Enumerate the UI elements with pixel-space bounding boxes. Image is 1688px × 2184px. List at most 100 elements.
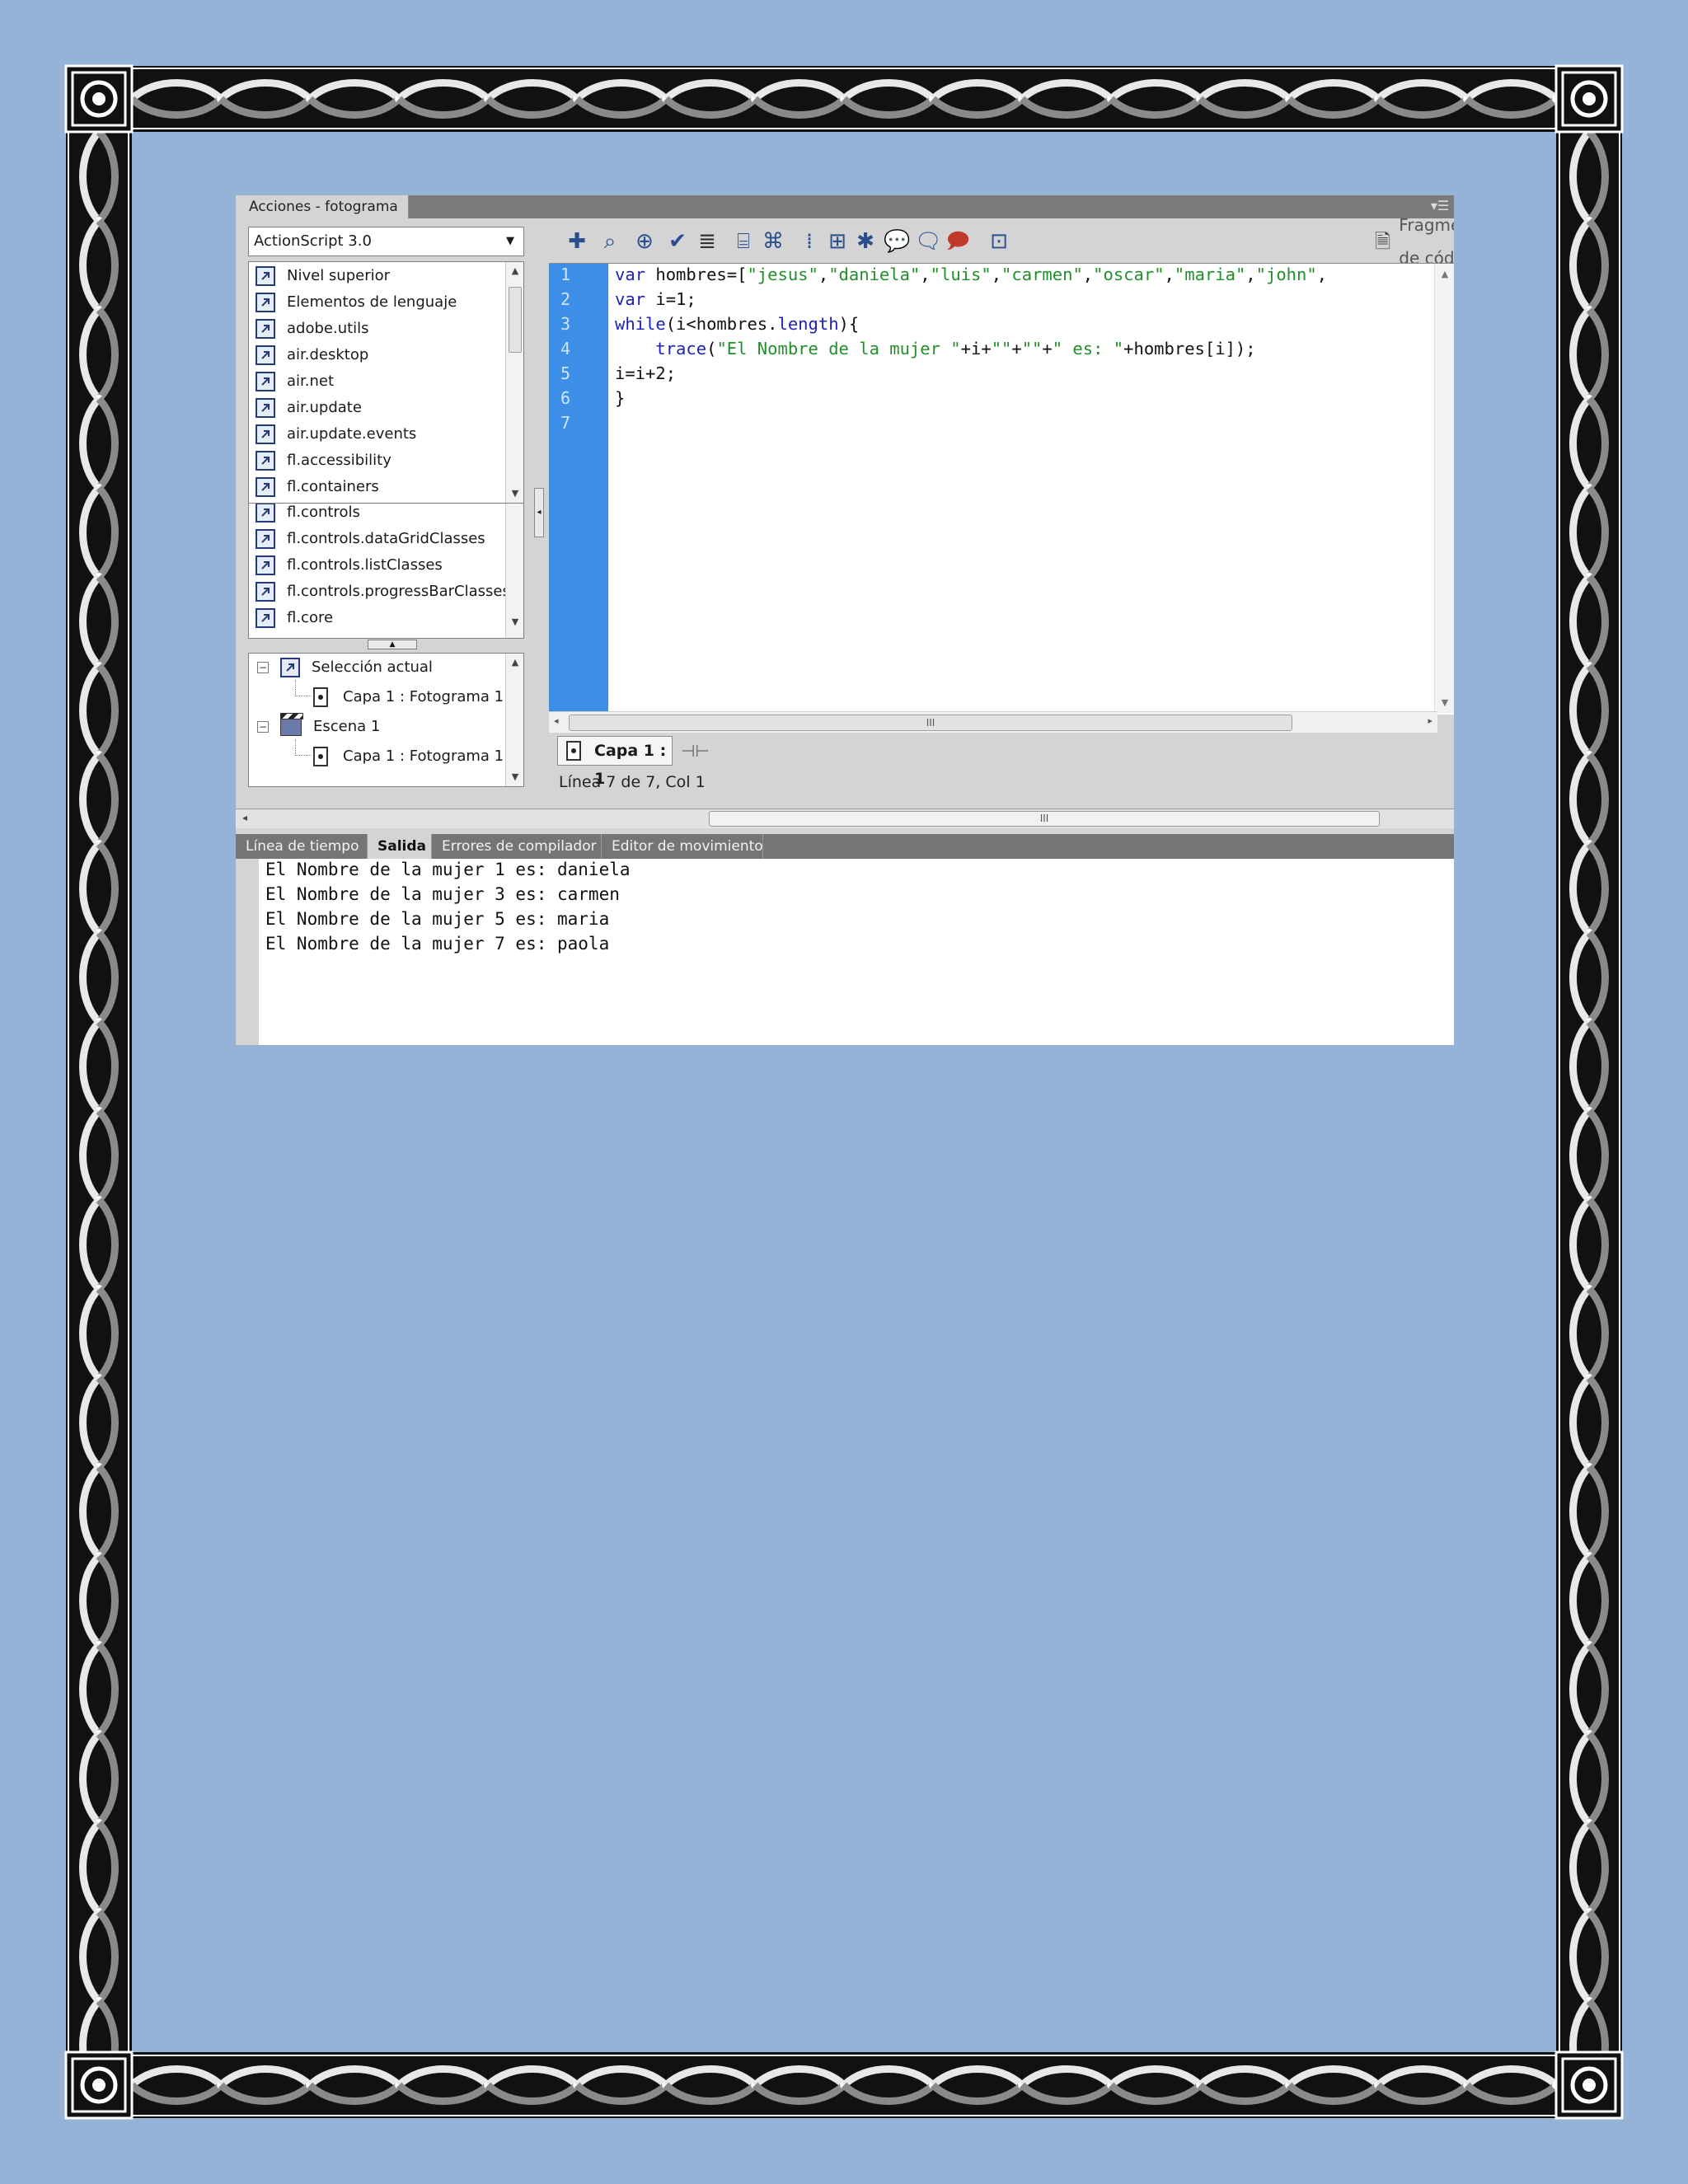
pin-script-icon[interactable]: ⊣⊢ bbox=[681, 741, 710, 761]
line-number: 3 bbox=[560, 314, 571, 334]
panel-titlebar: Acciones - fotograma ▾☰ bbox=[236, 195, 1454, 218]
selection-icon bbox=[280, 658, 300, 677]
toolbox-item[interactable]: air.update.events bbox=[256, 422, 503, 447]
toolbox-item-label: fl.controls.progressBarClasses bbox=[287, 583, 510, 600]
editor-vertical-scrollbar[interactable]: ▲ ▼ bbox=[1434, 264, 1454, 713]
panel-horizontal-scrollbar[interactable]: ◂ III bbox=[236, 808, 1454, 828]
code-line[interactable]: var hombres=["jesus","daniela","luis","c… bbox=[615, 262, 1431, 287]
toolbox-item-label: fl.accessibility bbox=[287, 452, 392, 469]
scroll-right-icon[interactable]: ▸ bbox=[1428, 715, 1432, 726]
collapse-between-braces-icon[interactable]: ⁞ bbox=[796, 228, 823, 255]
package-icon bbox=[256, 424, 275, 444]
panel-splitter[interactable]: ◂ bbox=[534, 488, 544, 537]
output-line: El Nombre de la mujer 1 es: daniela bbox=[265, 860, 631, 879]
toolbox-item[interactable]: fl.core bbox=[256, 606, 503, 630]
output-line: El Nombre de la mujer 7 es: paola bbox=[265, 934, 610, 954]
toolbox-item[interactable]: fl.controls.listClasses bbox=[256, 553, 503, 578]
code-snippets-button[interactable]: 🗎 Fragmentos de código bbox=[1375, 215, 1454, 268]
language-select[interactable]: ActionScript 3.0 ▼ bbox=[248, 227, 524, 256]
tree-item-label: Selección actual bbox=[312, 658, 433, 676]
toolbox-item[interactable]: fl.accessibility bbox=[256, 448, 503, 473]
debug-icon[interactable]: ⌘ bbox=[760, 228, 786, 255]
toolbox-item-label: air.net bbox=[287, 373, 335, 390]
code-line[interactable]: trace("El Nombre de la mujer "+i+""+""+"… bbox=[615, 336, 1431, 361]
toolbox-item[interactable]: fl.controls.dataGridClasses bbox=[256, 527, 503, 551]
tab-compiler-errors[interactable]: Errores de compilador bbox=[432, 834, 602, 859]
toolbox-item[interactable]: fl.controls bbox=[256, 504, 503, 525]
code-hint-icon[interactable]: ⌸ bbox=[730, 228, 757, 255]
scroll-up-icon[interactable]: ▲ bbox=[506, 262, 523, 280]
find-icon[interactable]: ⌕ bbox=[597, 228, 623, 255]
code-line[interactable] bbox=[615, 410, 1431, 435]
frame-icon bbox=[313, 747, 328, 766]
toolbox-scrollbar[interactable]: ▲ ▼ bbox=[505, 262, 523, 503]
actions-toolbox[interactable]: Nivel superior Elementos de lenguaje ado… bbox=[248, 261, 524, 504]
script-tab[interactable]: Capa 1 : 1 bbox=[557, 736, 673, 788]
code-line[interactable]: while(i<hombres.length){ bbox=[615, 312, 1431, 336]
cursor-status: Línea 7 de 7, Col 1 bbox=[559, 773, 706, 791]
toolbox-item[interactable]: Elementos de lenguaje bbox=[256, 290, 503, 315]
target-icon[interactable]: ⊕ bbox=[631, 228, 658, 255]
scroll-left-icon[interactable]: ◂ bbox=[242, 812, 247, 823]
toolbox-item[interactable]: adobe.utils bbox=[256, 316, 503, 341]
scroll-up-icon[interactable]: ▲ bbox=[506, 654, 523, 672]
scroll-down-icon[interactable]: ▼ bbox=[506, 613, 523, 631]
tree-item-label: Escena 1 bbox=[313, 718, 381, 735]
scroll-left-icon[interactable]: ◂ bbox=[554, 715, 559, 726]
tab-timeline[interactable]: Línea de tiempo bbox=[236, 834, 368, 859]
show-hide-toolbox-icon[interactable]: ⊡ bbox=[986, 228, 1012, 255]
package-icon bbox=[256, 293, 275, 312]
add-statement-icon[interactable]: ✚ bbox=[564, 228, 590, 255]
scroll-thumb[interactable]: III bbox=[569, 715, 1292, 731]
scroll-thumb[interactable]: III bbox=[709, 811, 1380, 827]
chevron-down-icon: ▼ bbox=[506, 235, 514, 247]
scroll-up-icon[interactable]: ▲ bbox=[1435, 269, 1454, 279]
script-navigator[interactable]: − Selección actual Capa 1 : Fotograma 1 … bbox=[248, 653, 524, 787]
scene-clapper-icon bbox=[280, 713, 303, 736]
package-icon bbox=[256, 504, 275, 523]
remove-comment-icon[interactable]: 🗩 bbox=[945, 228, 971, 255]
code-editor[interactable]: 1 2 3 4 5 6 7 var hombres=["jesus","dani… bbox=[549, 263, 1454, 715]
apply-block-comment-icon[interactable]: 💬 bbox=[884, 228, 910, 255]
collapse-selection-icon[interactable]: ⊞ bbox=[824, 228, 851, 255]
toolbox-item-label: adobe.utils bbox=[287, 320, 369, 337]
output-panel[interactable]: El Nombre de la mujer 1 es: daniela El N… bbox=[236, 859, 1454, 1045]
frame-icon bbox=[566, 741, 581, 761]
tree-item-current-selection[interactable]: Selección actual bbox=[280, 655, 433, 680]
toolbox-item-label: air.update bbox=[287, 399, 362, 416]
scroll-down-icon[interactable]: ▼ bbox=[506, 768, 523, 786]
actions-toolbox-continued[interactable]: fl.controls fl.controls.dataGridClasses … bbox=[248, 504, 524, 639]
tree-scrollbar[interactable]: ▲ ▼ bbox=[505, 654, 523, 786]
editor-horizontal-scrollbar[interactable]: ◂ III ▸ bbox=[549, 711, 1437, 733]
code-line[interactable]: var i=1; bbox=[615, 287, 1431, 312]
scroll-thumb[interactable] bbox=[509, 287, 522, 353]
toolbox-item[interactable]: Nivel superior bbox=[256, 264, 503, 288]
package-icon bbox=[256, 345, 275, 365]
code-line[interactable]: } bbox=[615, 386, 1431, 410]
toolbox-item[interactable]: fl.containers bbox=[256, 475, 503, 499]
panel-title-tab[interactable]: Acciones - fotograma bbox=[236, 195, 409, 218]
toolbox-item[interactable]: fl.controls.progressBarClasses bbox=[256, 579, 510, 604]
toolbox-item[interactable]: air.net bbox=[256, 369, 503, 394]
tree-item-frame[interactable]: Capa 1 : Fotograma 1 bbox=[313, 685, 504, 710]
collapse-icon[interactable]: − bbox=[257, 662, 269, 673]
tree-item-scene[interactable]: Escena 1 bbox=[280, 713, 381, 739]
collapse-icon[interactable]: − bbox=[257, 721, 269, 733]
scroll-down-icon[interactable]: ▼ bbox=[1435, 697, 1454, 708]
tree-item-scene-frame[interactable]: Capa 1 : Fotograma 1 bbox=[313, 744, 504, 769]
package-icon bbox=[256, 372, 275, 391]
toolbox-item[interactable]: air.update bbox=[256, 396, 503, 420]
package-icon bbox=[256, 477, 275, 497]
tab-output[interactable]: Salida bbox=[368, 834, 432, 859]
check-syntax-icon[interactable]: ✔ bbox=[664, 228, 691, 255]
toolbox-item[interactable]: air.desktop bbox=[256, 343, 503, 368]
tab-motion-editor[interactable]: Editor de movimiento bbox=[602, 834, 763, 859]
line-number: 5 bbox=[560, 363, 571, 383]
splitter-grip[interactable]: ▲ bbox=[368, 640, 417, 649]
expand-all-icon[interactable]: ✱ bbox=[852, 228, 879, 255]
auto-format-icon[interactable]: ≣ bbox=[694, 228, 720, 255]
scroll-down-icon[interactable]: ▼ bbox=[506, 485, 523, 503]
apply-line-comment-icon[interactable]: 🗨 bbox=[915, 228, 942, 255]
code-line[interactable]: i=i+2; bbox=[615, 361, 1431, 386]
toolbox-scrollbar-lower[interactable]: ▼ bbox=[505, 504, 523, 638]
